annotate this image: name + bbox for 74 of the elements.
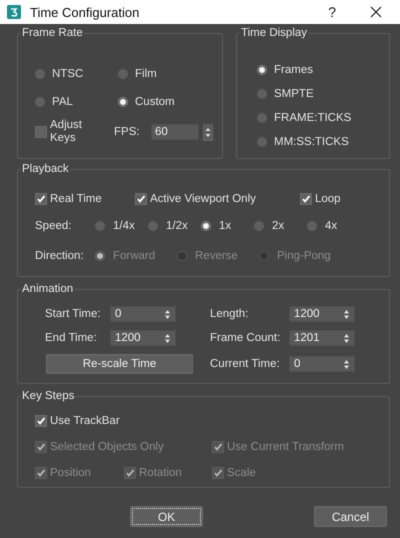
radio-button[interactable] bbox=[35, 69, 45, 79]
rescale-button[interactable]: Re-scale Time bbox=[46, 354, 193, 374]
group-title: Key Steps bbox=[21, 389, 76, 403]
spinner-icon[interactable] bbox=[343, 308, 350, 320]
radio-label: Custom bbox=[135, 96, 175, 108]
checkbox[interactable] bbox=[35, 193, 47, 205]
field-label: FPS: bbox=[114, 126, 141, 138]
checkbox-label: Use TrackBar bbox=[50, 415, 120, 427]
spinner-icon[interactable] bbox=[203, 124, 213, 140]
spinner-icon[interactable] bbox=[164, 308, 171, 320]
field-label: End Time: bbox=[45, 332, 98, 344]
radio-label: 4x bbox=[325, 220, 338, 232]
checkbox-label: Use Current Transform bbox=[227, 441, 344, 453]
radio-button[interactable] bbox=[257, 113, 267, 123]
spinner-icon[interactable] bbox=[343, 332, 350, 344]
radio-button[interactable] bbox=[257, 137, 267, 147]
ok-button[interactable]: OK bbox=[130, 506, 203, 527]
checkbox-label: Position bbox=[50, 467, 91, 479]
radio-button[interactable] bbox=[35, 97, 45, 107]
number-field[interactable]: 1200 bbox=[110, 330, 176, 346]
radio-label: Forward bbox=[113, 250, 156, 262]
help-button[interactable]: ? bbox=[324, 4, 340, 20]
number-field[interactable]: 1201 bbox=[289, 330, 355, 346]
radio-button[interactable] bbox=[118, 69, 128, 79]
field-label: Direction: bbox=[35, 250, 85, 262]
checkbox-label: Active Viewport Only bbox=[150, 193, 256, 205]
checkbox[interactable] bbox=[135, 193, 147, 205]
radio-button[interactable] bbox=[307, 221, 317, 231]
radio-label: 2x bbox=[272, 220, 284, 232]
radio-button[interactable] bbox=[257, 89, 267, 99]
checkbox-label: Selected Objects Only bbox=[50, 441, 164, 453]
checkbox-label: Real Time bbox=[50, 193, 102, 205]
cancel-button[interactable]: Cancel bbox=[314, 506, 387, 527]
radio-label: Ping-Pong bbox=[277, 250, 331, 262]
checkbox-label: Adjust Keys bbox=[50, 119, 83, 145]
checkbox-label: Loop bbox=[315, 193, 341, 205]
field-label: Speed: bbox=[35, 220, 72, 232]
radio-label: 1x bbox=[219, 220, 232, 232]
checkbox[interactable] bbox=[35, 126, 47, 138]
number-field[interactable]: 0 bbox=[289, 356, 355, 372]
radio-label: SMPTE bbox=[274, 88, 314, 100]
radio-label: FRAME:TICKS bbox=[274, 112, 352, 124]
spinner-icon[interactable] bbox=[343, 358, 350, 370]
radio-button[interactable] bbox=[148, 221, 158, 231]
radio-button[interactable] bbox=[254, 221, 264, 231]
checkbox-label: Scale bbox=[227, 467, 256, 479]
radio-label: 1/2x bbox=[166, 220, 188, 232]
app-icon bbox=[7, 5, 21, 19]
field-label: Start Time: bbox=[45, 308, 102, 320]
radio-label: PAL bbox=[52, 96, 73, 108]
checkbox-label: Rotation bbox=[139, 467, 182, 479]
radio-label: 1/4x bbox=[113, 220, 135, 232]
radio-label: Frames bbox=[274, 64, 313, 76]
radio-button[interactable] bbox=[118, 97, 128, 107]
field-label: Current Time: bbox=[210, 358, 281, 370]
close-icon[interactable] bbox=[370, 6, 382, 18]
number-field[interactable]: 60 bbox=[151, 124, 199, 140]
number-field[interactable]: 0 bbox=[110, 306, 176, 322]
radio-label: Reverse bbox=[195, 250, 238, 262]
number-field[interactable]: 1200 bbox=[289, 306, 355, 322]
group-title: Time Display bbox=[240, 26, 308, 40]
spinner-icon[interactable] bbox=[164, 332, 171, 344]
field-label: Frame Count: bbox=[210, 332, 282, 344]
radio-label: MM:SS:TICKS bbox=[274, 136, 349, 148]
group-title: Playback bbox=[21, 162, 70, 176]
radio-button[interactable] bbox=[95, 221, 105, 231]
radio-button[interactable] bbox=[201, 221, 211, 231]
radio-button[interactable] bbox=[257, 65, 267, 75]
window-title: Time Configuration bbox=[30, 4, 140, 20]
checkbox[interactable] bbox=[300, 193, 312, 205]
radio-label: Film bbox=[135, 68, 157, 80]
checkbox[interactable] bbox=[35, 415, 47, 427]
radio-label: NTSC bbox=[52, 68, 84, 80]
field-label: Length: bbox=[210, 308, 250, 320]
